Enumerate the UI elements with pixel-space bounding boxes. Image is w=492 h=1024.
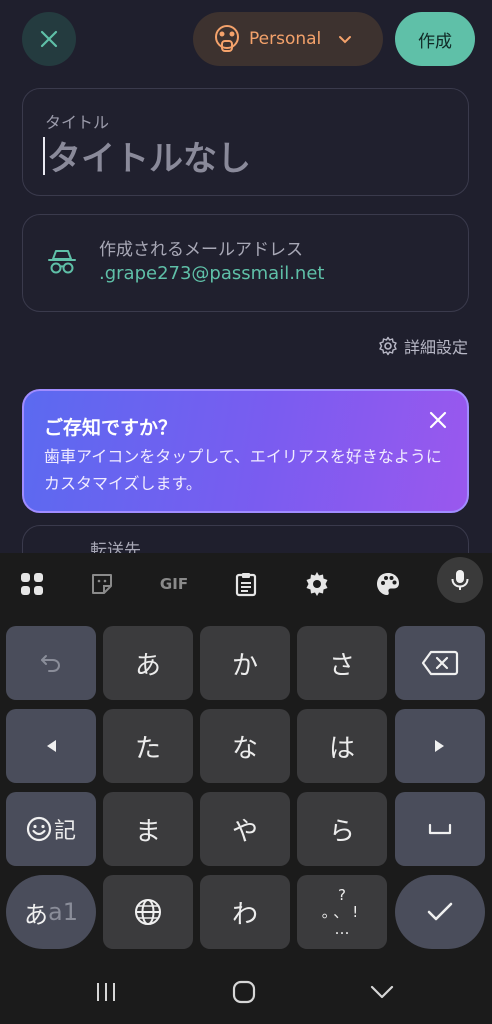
input-mode-key[interactable]: あ a1 bbox=[6, 875, 96, 949]
key-na[interactable]: な bbox=[200, 709, 290, 783]
left-arrow-icon bbox=[47, 740, 56, 752]
hide-keyboard-button[interactable] bbox=[362, 975, 402, 1009]
title-value: タイトルなし bbox=[47, 139, 251, 179]
key-ya[interactable]: や bbox=[200, 792, 290, 866]
title-label: タイトル bbox=[45, 113, 110, 132]
dismiss-tip-icon[interactable] bbox=[427, 409, 449, 431]
right-arrow-icon bbox=[435, 740, 444, 752]
chevron-down-icon bbox=[370, 985, 394, 999]
emoji-key-label: 記 bbox=[53, 819, 76, 844]
microphone-icon bbox=[451, 570, 469, 590]
advanced-settings-link[interactable]: 詳細設定 bbox=[378, 334, 468, 358]
punct-mid: 。、! bbox=[321, 902, 363, 921]
space-icon bbox=[428, 823, 452, 835]
account-label: Personal bbox=[249, 29, 322, 49]
punct-bottom: … bbox=[334, 919, 350, 938]
close-icon bbox=[40, 30, 58, 48]
clipboard-icon[interactable] bbox=[228, 566, 264, 602]
email-label: 作成されるメールアドレス bbox=[99, 240, 303, 260]
check-icon bbox=[427, 902, 453, 921]
microphone-button[interactable] bbox=[437, 557, 483, 603]
key-wa[interactable]: わ bbox=[200, 875, 290, 949]
key-ka[interactable]: か bbox=[200, 626, 290, 700]
advanced-settings-label: 詳細設定 bbox=[403, 338, 468, 357]
close-button[interactable] bbox=[22, 12, 76, 66]
keyboard-settings-icon[interactable] bbox=[299, 566, 335, 602]
cursor-right-key[interactable] bbox=[395, 709, 485, 783]
smiley-icon bbox=[26, 816, 52, 842]
sticker-icon[interactable] bbox=[84, 566, 120, 602]
email-address-card: 作成されるメールアドレス .grape273@passmail.net bbox=[22, 214, 469, 312]
account-selector[interactable]: Personal bbox=[193, 12, 383, 66]
tip-body: 歯車アイコンをタップして、エイリアスを好きなようにカスタマイズします。 bbox=[44, 447, 442, 493]
space-key[interactable] bbox=[395, 792, 485, 866]
backspace-key[interactable] bbox=[395, 626, 485, 700]
key-sa[interactable]: さ bbox=[297, 626, 387, 700]
recent-apps-button[interactable] bbox=[86, 975, 126, 1009]
key-ha[interactable]: は bbox=[297, 709, 387, 783]
globe-icon bbox=[135, 899, 161, 925]
key-a[interactable]: あ bbox=[103, 626, 193, 700]
gear-icon bbox=[379, 336, 397, 356]
cursor-left-key[interactable] bbox=[6, 709, 96, 783]
email-value: .grape273@passmail.net bbox=[99, 263, 325, 284]
text-caret bbox=[43, 136, 45, 175]
mode-label-kana: あ bbox=[24, 900, 48, 929]
home-button[interactable] bbox=[224, 975, 264, 1009]
mode-label-alnum: a1 bbox=[48, 898, 78, 926]
enter-key[interactable] bbox=[395, 875, 485, 949]
gif-button[interactable]: GIF bbox=[152, 566, 196, 602]
punct-top: ? bbox=[338, 885, 346, 904]
create-button[interactable]: 作成 bbox=[395, 12, 475, 66]
undo-key[interactable] bbox=[6, 626, 96, 700]
emoji-symbol-key[interactable]: 記 bbox=[6, 792, 96, 866]
chevron-down-icon bbox=[339, 36, 352, 44]
tip-banner: ご存知ですか？ 歯車アイコンをタップして、エイリアスを好きなようにカスタマイズし… bbox=[22, 389, 469, 513]
home-icon bbox=[232, 980, 256, 1004]
mushroom-avatar-icon bbox=[215, 25, 239, 52]
recents-icon bbox=[97, 983, 115, 1001]
key-ta[interactable]: た bbox=[103, 709, 193, 783]
language-key[interactable] bbox=[103, 875, 193, 949]
punctuation-key[interactable]: ? 。、! … bbox=[297, 875, 387, 949]
backspace-icon bbox=[421, 650, 459, 676]
apps-grid-icon[interactable] bbox=[14, 566, 50, 602]
incognito-icon bbox=[48, 250, 76, 274]
key-ra[interactable]: ら bbox=[297, 792, 387, 866]
palette-icon[interactable] bbox=[370, 566, 406, 602]
title-field[interactable]: タイトル タイトルなし bbox=[22, 88, 469, 196]
tip-title: ご存知ですか？ bbox=[44, 417, 178, 439]
title-input[interactable]: タイトルなし bbox=[43, 131, 251, 180]
key-ma[interactable]: ま bbox=[103, 792, 193, 866]
undo-icon bbox=[41, 655, 61, 672]
